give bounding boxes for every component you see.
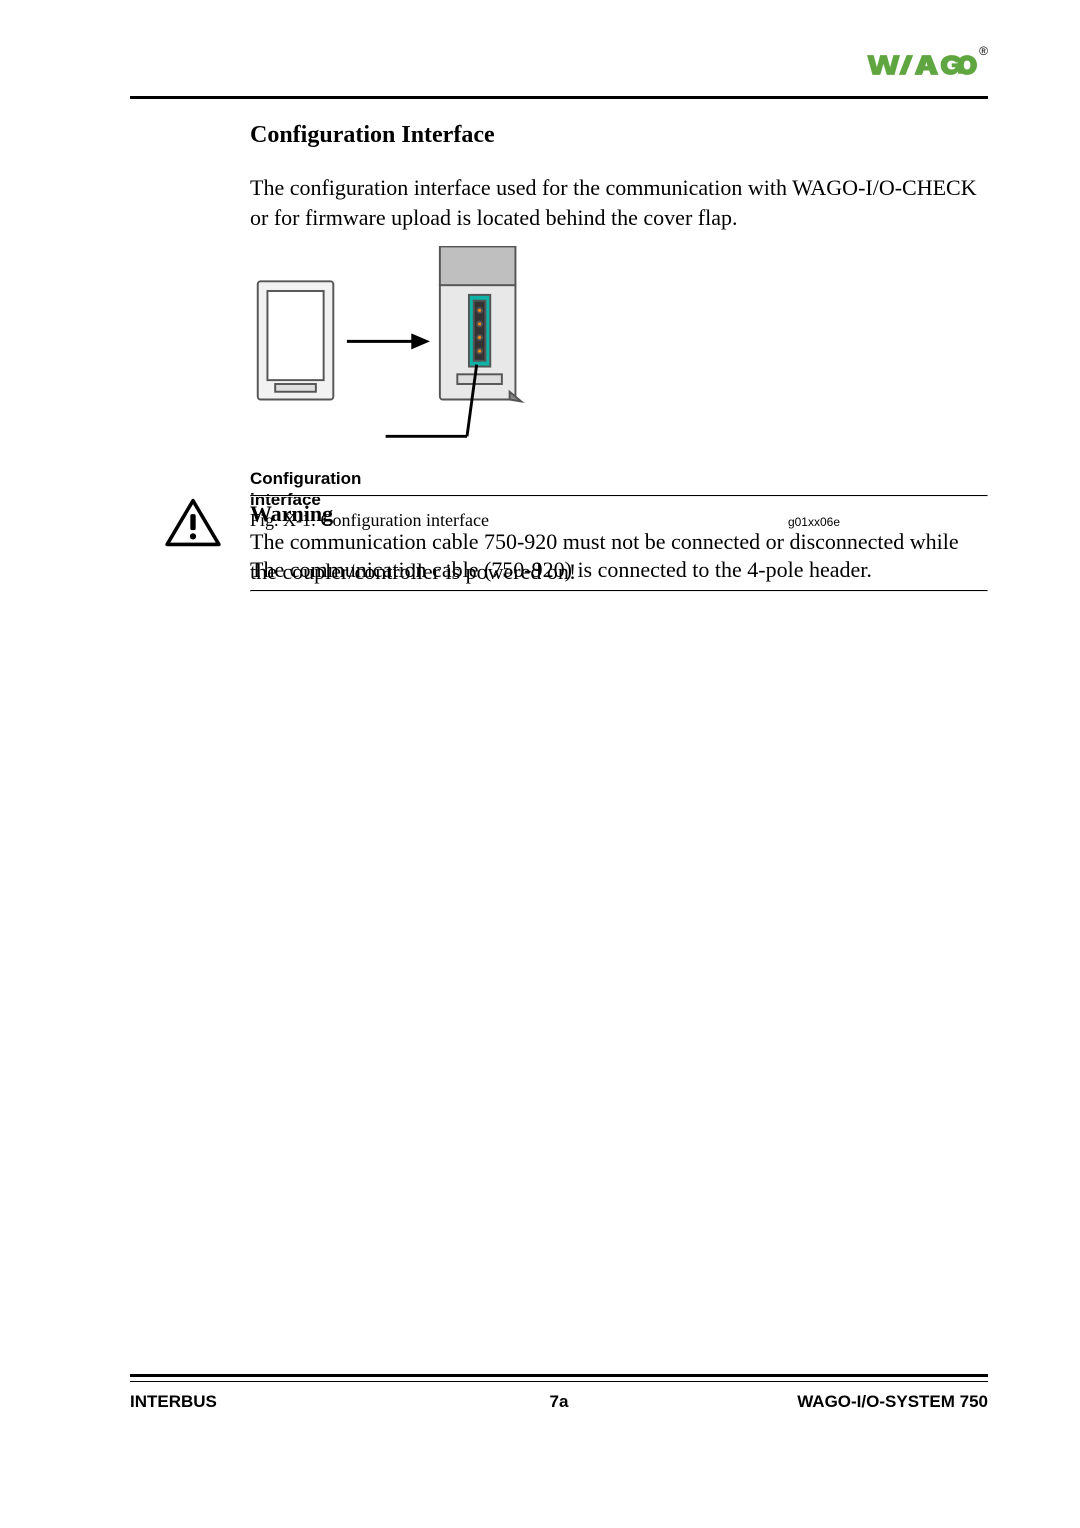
warning-block: Warning The communication cable 750-920 … bbox=[250, 495, 988, 592]
registered-mark: ® bbox=[979, 44, 988, 58]
warning-top-rule bbox=[250, 495, 988, 497]
warning-bottom-rule bbox=[250, 590, 988, 592]
intro-paragraph: The configuration interface used for the… bbox=[250, 173, 988, 232]
wago-logo-icon bbox=[867, 50, 977, 80]
figure: Configuration interface Fig. X-1: Config… bbox=[250, 246, 988, 531]
footer: INTERBUS 7a WAGO-I/O-SYSTEM 750 bbox=[130, 1392, 988, 1412]
brand-logo: ® bbox=[867, 50, 988, 80]
footer-rule-thin bbox=[130, 1381, 988, 1382]
warning-icon bbox=[164, 498, 222, 553]
footer-rule-thick bbox=[130, 1374, 988, 1377]
page: ® Configuration Interface The configurat… bbox=[0, 0, 1080, 1528]
footer-center: 7a bbox=[130, 1392, 988, 1412]
warning-text: The communication cable 750-920 must not… bbox=[250, 527, 988, 586]
header-rule bbox=[130, 96, 988, 99]
diagram-label-line1: Configuration bbox=[250, 469, 361, 488]
warning-title: Warning bbox=[250, 501, 988, 527]
configuration-interface-diagram-icon: Configuration interface bbox=[250, 246, 560, 510]
section-heading: Configuration Interface bbox=[250, 122, 988, 149]
